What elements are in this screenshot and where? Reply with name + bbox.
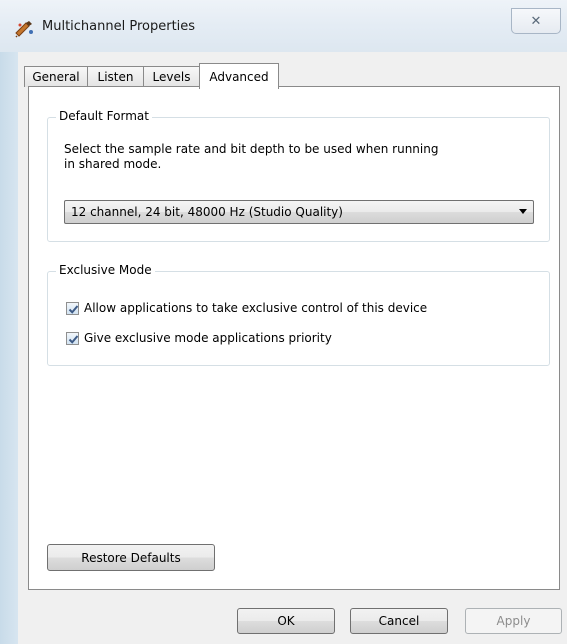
default-format-title: Default Format	[56, 109, 152, 123]
sample-rate-dropdown[interactable]: 12 channel, 24 bit, 48000 Hz (Studio Qua…	[64, 200, 534, 224]
close-icon: ✕	[530, 13, 542, 29]
allow-exclusive-checkbox[interactable]	[66, 301, 79, 315]
allow-exclusive-control-option[interactable]: Allow applications to take exclusive con…	[66, 300, 427, 316]
chevron-down-icon	[519, 209, 527, 214]
restore-defaults-button[interactable]: Restore Defaults	[47, 544, 215, 571]
sample-rate-value: 12 channel, 24 bit, 48000 Hz (Studio Qua…	[71, 205, 343, 219]
exclusive-priority-checkbox[interactable]	[66, 331, 79, 345]
title-bar: Multichannel Properties ✕	[0, 0, 567, 52]
exclusive-priority-option[interactable]: Give exclusive mode applications priorit…	[66, 330, 332, 346]
default-format-description: Select the sample rate and bit depth to …	[64, 142, 439, 171]
tab-advanced[interactable]: Advanced	[199, 63, 279, 89]
speaker-icon	[14, 20, 36, 38]
apply-button[interactable]: Apply	[465, 608, 562, 634]
allow-exclusive-label: Allow applications to take exclusive con…	[84, 301, 428, 315]
ok-button[interactable]: OK	[237, 608, 335, 634]
tab-listen[interactable]: Listen	[87, 66, 144, 87]
tab-levels[interactable]: Levels	[143, 66, 200, 87]
close-button[interactable]: ✕	[511, 8, 561, 34]
cancel-button[interactable]: Cancel	[350, 608, 448, 634]
exclusive-mode-title: Exclusive Mode	[56, 263, 155, 277]
window-frame-left	[0, 52, 18, 644]
tab-general[interactable]: General	[24, 66, 88, 87]
default-format-group: Default Format Select the sample rate an…	[47, 109, 550, 242]
check-mark-icon	[68, 304, 79, 314]
exclusive-priority-label: Give exclusive mode applications priorit…	[84, 331, 332, 345]
check-mark-icon	[68, 334, 79, 344]
window-title: Multichannel Properties	[42, 19, 196, 34]
exclusive-mode-group: Exclusive Mode Allow applications to tak…	[47, 263, 550, 366]
tab-page-advanced: Default Format Select the sample rate an…	[28, 86, 560, 590]
